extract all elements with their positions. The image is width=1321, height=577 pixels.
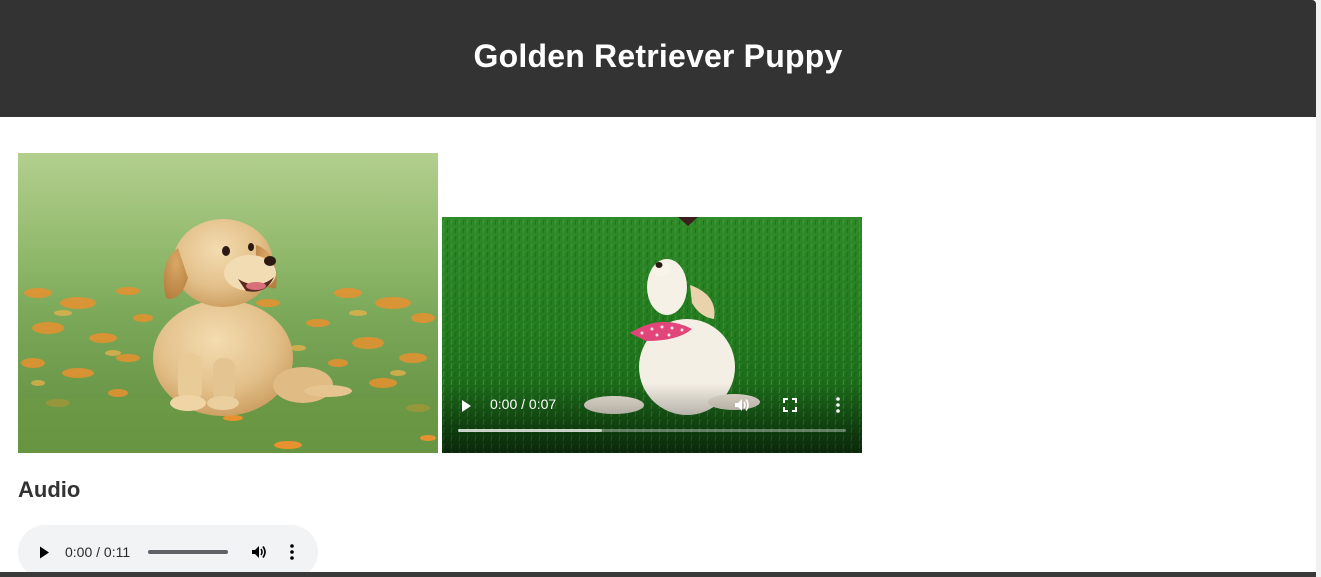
audio-more-options-button[interactable] <box>280 540 304 564</box>
audio-volume-button[interactable] <box>247 540 271 564</box>
play-icon <box>462 400 471 412</box>
puppy-video[interactable]: 0:00 / 0:07 <box>442 217 862 453</box>
video-progress-bar[interactable] <box>458 429 846 432</box>
audio-time-display: 0:00 / 0:11 <box>65 544 131 560</box>
audio-player[interactable]: 0:00 / 0:11 <box>18 525 318 577</box>
page-title: Golden Retriever Puppy <box>473 38 843 74</box>
scrollbar-track[interactable] <box>1316 0 1321 577</box>
fullscreen-icon <box>783 398 797 412</box>
more-options-icon <box>836 397 840 413</box>
audio-heading: Audio <box>18 477 81 502</box>
video-volume-button[interactable] <box>730 393 754 417</box>
video-play-button[interactable] <box>454 394 478 418</box>
volume-icon <box>735 399 749 411</box>
audio-progress-bar[interactable] <box>148 550 228 554</box>
video-time-display: 0:00 / 0:07 <box>490 396 557 412</box>
page: Golden Retriever Puppy 0:00 / 0:07 Audio… <box>0 0 1321 577</box>
play-icon <box>40 546 49 558</box>
bottom-edge-bar <box>0 572 1316 577</box>
volume-icon <box>252 546 266 558</box>
more-options-icon <box>290 544 294 560</box>
page-header: Golden Retriever Puppy <box>0 0 1316 117</box>
puppy-image <box>18 153 438 453</box>
video-buffer-fill <box>458 429 602 432</box>
audio-play-button[interactable] <box>32 540 56 564</box>
video-more-options-button[interactable] <box>826 393 850 417</box>
video-fullscreen-button[interactable] <box>778 393 802 417</box>
